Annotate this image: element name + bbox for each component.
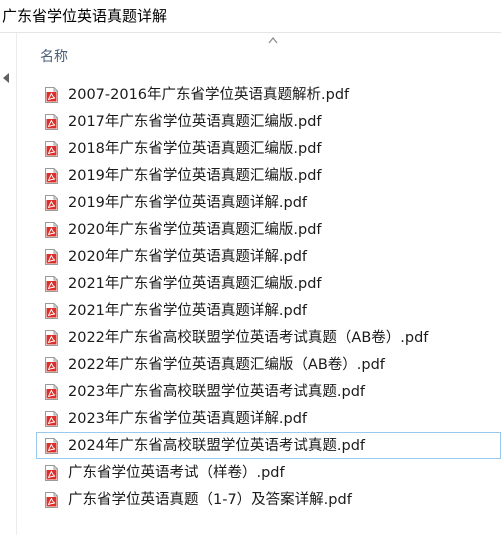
pdf-file-icon xyxy=(45,492,58,508)
pdf-file-icon xyxy=(45,438,58,454)
file-row[interactable]: 2022年广东省高校联盟学位英语考试真题（AB卷）.pdf xyxy=(36,324,501,351)
file-row-selected[interactable]: 2024年广东省高校联盟学位英语考试真题.pdf xyxy=(36,432,501,459)
pdf-file-icon xyxy=(45,87,58,103)
file-row[interactable]: 广东省学位英语真题（1-7）及答案详解.pdf xyxy=(36,486,501,513)
pdf-file-icon xyxy=(45,249,58,265)
file-row[interactable]: 2021年广东省学位英语真题详解.pdf xyxy=(36,297,501,324)
file-row[interactable]: 2023年广东省学位英语真题详解.pdf xyxy=(36,405,501,432)
navigation-pane-edge[interactable] xyxy=(0,33,17,535)
file-name: 2020年广东省学位英语真题汇编版.pdf xyxy=(68,222,322,238)
pdf-file-icon xyxy=(45,276,58,292)
file-row[interactable]: 2017年广东省学位英语真题汇编版.pdf xyxy=(36,108,501,135)
file-name: 广东省学位英语真题（1-7）及答案详解.pdf xyxy=(68,492,352,508)
pdf-file-icon xyxy=(45,384,58,400)
file-row[interactable]: 广东省学位英语考试（样卷）.pdf xyxy=(36,459,501,486)
file-name: 2023年广东省学位英语真题详解.pdf xyxy=(68,411,308,427)
file-name: 2021年广东省学位英语真题详解.pdf xyxy=(68,303,308,319)
pdf-file-icon xyxy=(45,141,58,157)
scroll-left-arrow-icon[interactable] xyxy=(3,73,9,83)
pdf-file-icon xyxy=(45,195,58,211)
pdf-file-icon xyxy=(45,411,58,427)
file-name: 2020年广东省学位英语真题详解.pdf xyxy=(68,249,308,265)
pdf-file-icon xyxy=(45,303,58,319)
file-row[interactable]: 2023年广东省高校联盟学位英语考试真题.pdf xyxy=(36,378,501,405)
file-row[interactable]: 2019年广东省学位英语真题详解.pdf xyxy=(36,189,501,216)
file-row[interactable]: 2020年广东省学位英语真题详解.pdf xyxy=(36,243,501,270)
file-name: 2024年广东省高校联盟学位英语考试真题.pdf xyxy=(68,438,366,454)
window-title: 广东省学位英语真题详解 xyxy=(2,7,168,25)
pdf-file-icon xyxy=(45,114,58,130)
pdf-file-icon xyxy=(45,357,58,373)
column-header-name[interactable]: 名称 xyxy=(40,49,68,66)
file-name: 2019年广东省学位英语真题汇编版.pdf xyxy=(68,168,322,184)
file-name: 2022年广东省学位英语真题汇编版（AB卷）.pdf xyxy=(68,357,385,373)
file-name: 2018年广东省学位英语真题汇编版.pdf xyxy=(68,141,322,157)
file-name: 2021年广东省学位英语真题汇编版.pdf xyxy=(68,276,322,292)
title-bar: 广东省学位英语真题详解 xyxy=(0,0,501,33)
file-row[interactable]: 2022年广东省学位英语真题汇编版（AB卷）.pdf xyxy=(36,351,501,378)
pdf-file-icon xyxy=(45,168,58,184)
file-list: 2007-2016年广东省学位英语真题解析.pdf 2017年广东省学位英语真题… xyxy=(36,81,501,513)
sort-ascending-icon[interactable] xyxy=(268,36,278,44)
file-name: 2019年广东省学位英语真题详解.pdf xyxy=(68,195,308,211)
file-row[interactable]: 2007-2016年广东省学位英语真题解析.pdf xyxy=(36,81,501,108)
pdf-file-icon xyxy=(45,465,58,481)
file-row[interactable]: 2021年广东省学位英语真题汇编版.pdf xyxy=(36,270,501,297)
file-row[interactable]: 2019年广东省学位英语真题汇编版.pdf xyxy=(36,162,501,189)
file-row[interactable]: 2018年广东省学位英语真题汇编版.pdf xyxy=(36,135,501,162)
file-name: 广东省学位英语考试（样卷）.pdf xyxy=(68,465,285,481)
file-row[interactable]: 2020年广东省学位英语真题汇编版.pdf xyxy=(36,216,501,243)
file-name: 2017年广东省学位英语真题汇编版.pdf xyxy=(68,114,322,130)
file-name: 2022年广东省高校联盟学位英语考试真题（AB卷）.pdf xyxy=(68,330,429,346)
pdf-file-icon xyxy=(45,330,58,346)
file-name: 2007-2016年广东省学位英语真题解析.pdf xyxy=(68,87,350,103)
file-name: 2023年广东省高校联盟学位英语考试真题.pdf xyxy=(68,384,366,400)
pdf-file-icon xyxy=(45,222,58,238)
